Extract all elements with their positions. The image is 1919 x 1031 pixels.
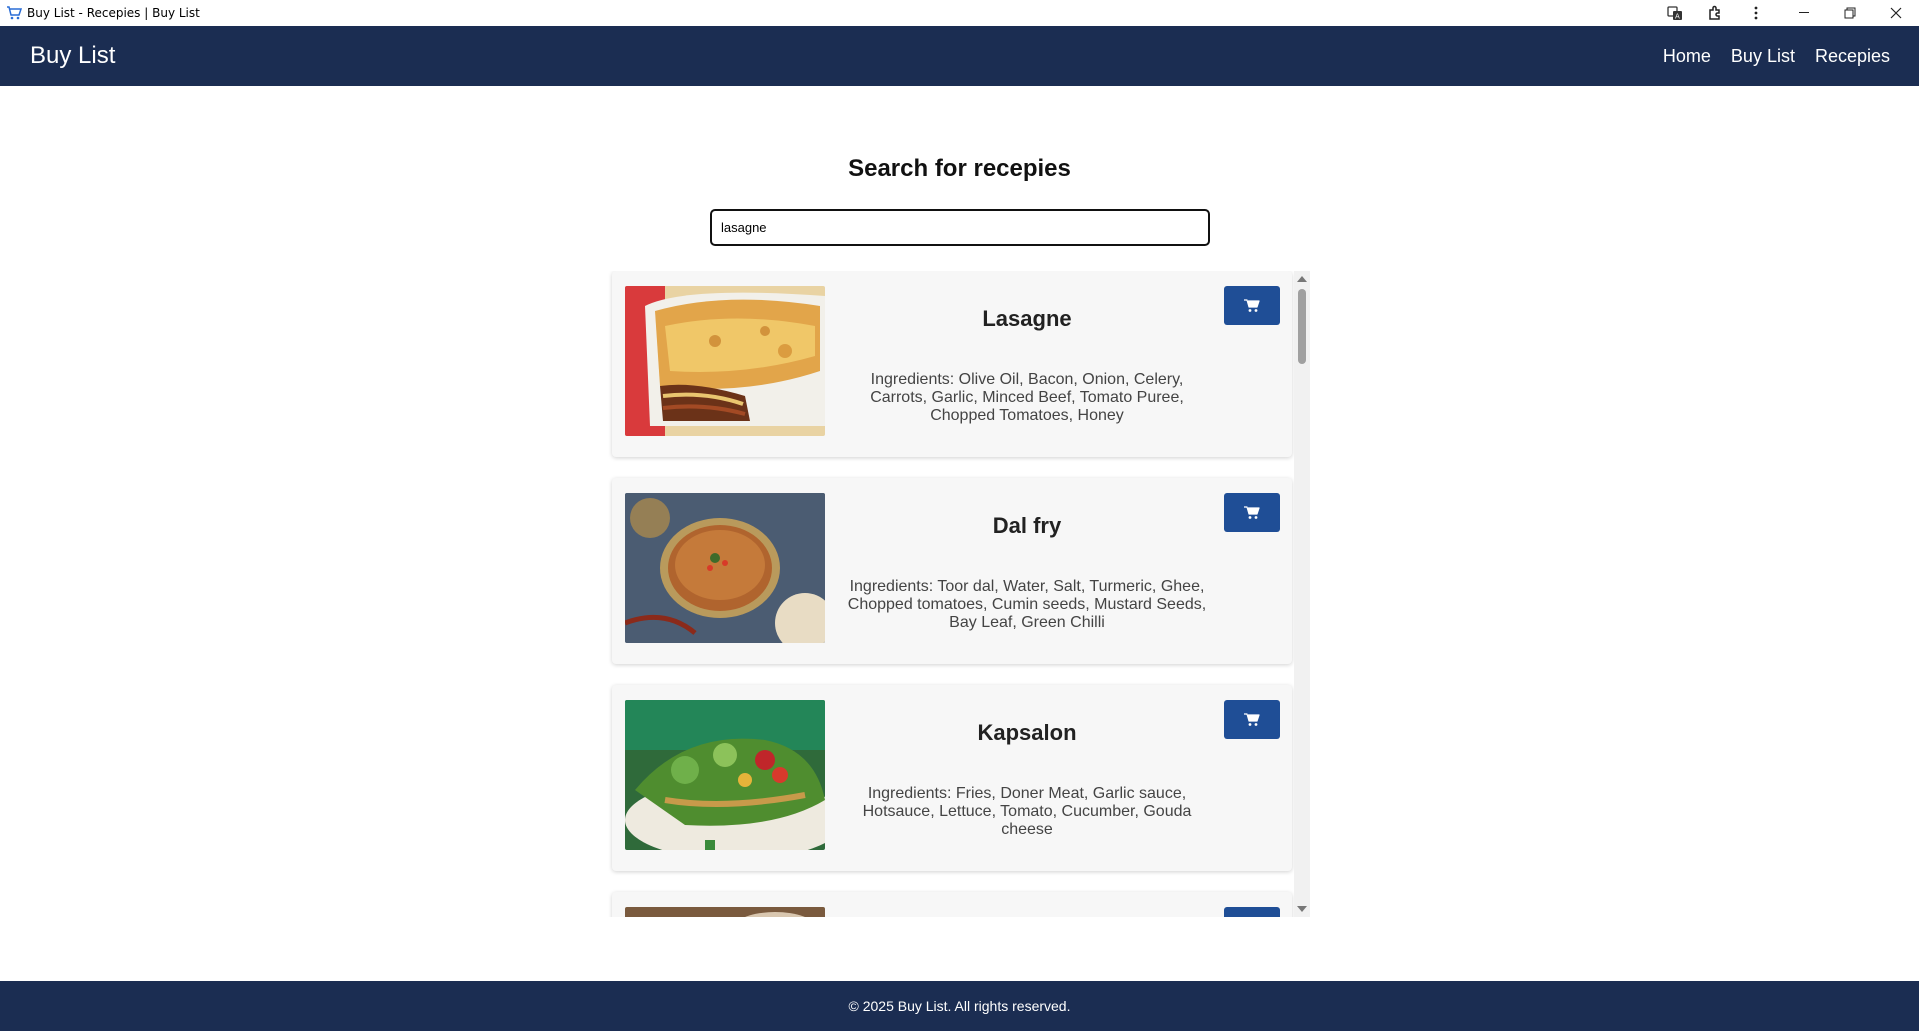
recipe-ingredients: Ingredients: Toor dal, Water, Salt, Turm…: [847, 578, 1207, 631]
search-input[interactable]: [710, 209, 1210, 246]
cart-app-icon: [7, 6, 22, 20]
window-titlebar: Buy List - Recepies | Buy List A: [0, 0, 1919, 26]
recipe-card: Dal fry Ingredients: Toor dal, Water, Sa…: [612, 478, 1292, 664]
scroll-thumb[interactable]: [1298, 289, 1306, 364]
recipe-name: Dal fry: [992, 513, 1062, 538]
recipe-name: Kapsalon: [977, 720, 1077, 745]
add-to-cart-button[interactable]: [1224, 493, 1280, 532]
recipe-card: Lasagne Ingredients: Olive Oil, Bacon, O…: [612, 271, 1292, 457]
cart-icon: [1244, 298, 1260, 312]
more-menu-icon[interactable]: [1736, 0, 1776, 26]
recipe-card: Kapsalon Ingredients: Fries, Doner Meat,…: [612, 685, 1292, 871]
recipe-ingredients: Ingredients: Olive Oil, Bacon, Onion, Ce…: [870, 371, 1184, 424]
extensions-icon[interactable]: [1695, 0, 1735, 26]
add-to-cart-button[interactable]: [1224, 286, 1280, 325]
recipe-list[interactable]: Lasagne Ingredients: Olive Oil, Bacon, O…: [608, 271, 1310, 917]
cart-icon: [1244, 505, 1260, 519]
page-title: Search for recepies: [848, 155, 1071, 182]
list-scrollbar[interactable]: [1294, 271, 1310, 917]
nav-link-recepies[interactable]: Recepies: [1815, 46, 1890, 67]
dal-fry-photo: [625, 493, 825, 643]
nav-links: Home Buy List Recepies: [1663, 46, 1890, 67]
scroll-down-arrow-icon[interactable]: [1297, 906, 1307, 912]
recipe-card: [612, 892, 1292, 917]
add-to-cart-button[interactable]: [1224, 907, 1280, 917]
nav-link-home[interactable]: Home: [1663, 46, 1711, 67]
minimize-button[interactable]: [1784, 0, 1824, 26]
lasagne-photo: [625, 286, 825, 436]
cart-icon: [1244, 712, 1260, 726]
restore-button[interactable]: [1830, 0, 1870, 26]
window-title: Buy List - Recepies | Buy List: [27, 6, 200, 20]
recipe-photo: [625, 907, 825, 917]
svg-text:A: A: [1675, 13, 1680, 21]
add-to-cart-button[interactable]: [1224, 700, 1280, 739]
navbar: Buy List Home Buy List Recepies: [0, 26, 1919, 86]
close-button[interactable]: [1876, 0, 1916, 26]
brand-logo-text[interactable]: Buy List: [30, 42, 115, 70]
footer: © 2025 Buy List. All rights reserved.: [0, 981, 1919, 1031]
scroll-up-arrow-icon[interactable]: [1297, 276, 1307, 282]
nav-link-buy-list[interactable]: Buy List: [1731, 46, 1795, 67]
kapsalon-photo: [625, 700, 825, 850]
recipe-name: Lasagne: [982, 306, 1072, 331]
translate-icon[interactable]: A: [1655, 0, 1695, 26]
recipe-ingredients: Ingredients: Fries, Doner Meat, Garlic s…: [862, 785, 1192, 838]
